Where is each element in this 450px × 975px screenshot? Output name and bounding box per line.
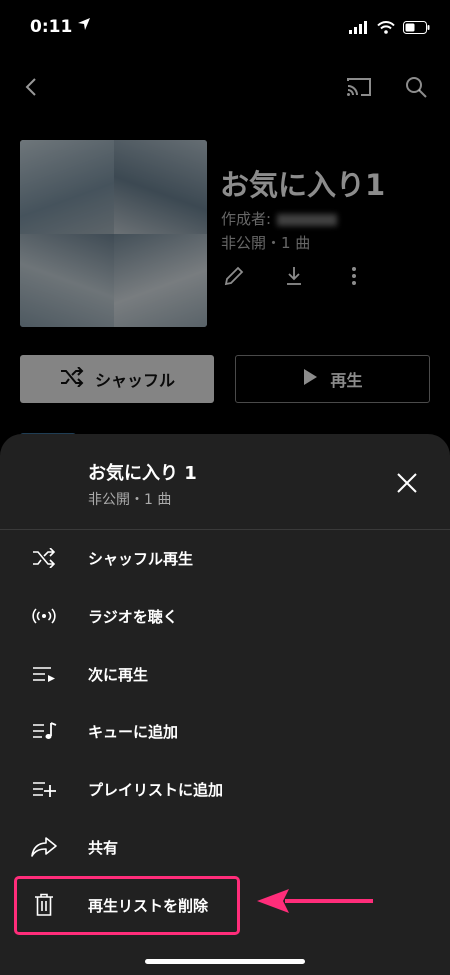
playlist-header: お気に入り1 作成者: 非公開・1 曲 シャッフル 再生 xyxy=(0,118,450,453)
menu-item-play-next[interactable]: 次に再生 xyxy=(0,649,450,699)
add-to-playlist-icon xyxy=(28,775,60,803)
playlist-meta: 非公開・1 曲 xyxy=(221,234,311,252)
menu-item-label: 共有 xyxy=(88,838,119,857)
menu-item-radio[interactable]: ラジオを聴く xyxy=(0,591,450,641)
sheet-subtitle: 非公開・1 曲 xyxy=(88,492,172,508)
wifi-icon xyxy=(377,19,395,38)
shuffle-button-label: シャッフル xyxy=(94,371,175,390)
playlist-owner-label: 作成者: xyxy=(221,210,272,228)
cast-icon[interactable] xyxy=(342,72,376,102)
more-vert-icon[interactable] xyxy=(341,263,367,289)
edit-icon[interactable] xyxy=(221,263,247,289)
status-indicators xyxy=(349,19,430,38)
sheet-divider xyxy=(0,529,450,530)
signal-icon xyxy=(349,19,369,38)
menu-item-label: キューに追加 xyxy=(88,722,179,741)
action-sheet: お気に入り 1 非公開・1 曲 シャッフル再生 ラジオを聴く 次に再生 キューに… xyxy=(0,434,450,975)
highlight-annotation xyxy=(14,876,240,935)
share-icon xyxy=(28,833,60,861)
menu-item-label: シャッフル再生 xyxy=(88,549,194,568)
sheet-title: お気に入り 1 xyxy=(88,463,197,484)
playlist-actions xyxy=(221,263,367,289)
radio-icon xyxy=(28,602,60,630)
shuffle-icon xyxy=(59,366,85,391)
location-arrow-icon xyxy=(77,16,91,35)
menu-item-shuffle-play[interactable]: シャッフル再生 xyxy=(0,533,450,583)
status-bar: 0:11 xyxy=(0,0,450,58)
search-icon[interactable] xyxy=(400,72,432,102)
add-to-queue-icon xyxy=(28,717,60,745)
play-button[interactable]: 再生 xyxy=(235,355,430,403)
battery-icon xyxy=(403,19,430,38)
back-icon[interactable] xyxy=(16,72,46,102)
arrow-annotation-icon xyxy=(255,888,375,918)
menu-item-label: 次に再生 xyxy=(88,665,149,684)
album-art xyxy=(20,140,207,327)
home-indicator xyxy=(145,959,305,964)
menu-item-label: ラジオを聴く xyxy=(88,607,178,626)
menu-item-add-to-queue[interactable]: キューに追加 xyxy=(0,706,450,756)
close-icon[interactable] xyxy=(392,468,422,498)
owner-name-redacted xyxy=(277,213,338,226)
menu-item-label: プレイリストに追加 xyxy=(88,780,224,799)
menu-item-add-to-playlist[interactable]: プレイリストに追加 xyxy=(0,764,450,814)
play-icon xyxy=(302,368,318,390)
top-navigation xyxy=(0,58,450,118)
playlist-owner: 作成者: xyxy=(221,208,338,229)
menu-item-share[interactable]: 共有 xyxy=(0,822,450,872)
playlist-title: お気に入り1 xyxy=(220,168,386,202)
shuffle-button[interactable]: シャッフル xyxy=(20,355,214,403)
download-icon[interactable] xyxy=(281,263,307,289)
play-next-icon xyxy=(28,660,60,688)
play-button-label: 再生 xyxy=(330,371,363,390)
status-time: 0:11 xyxy=(30,17,73,37)
shuffle-icon xyxy=(28,544,60,572)
